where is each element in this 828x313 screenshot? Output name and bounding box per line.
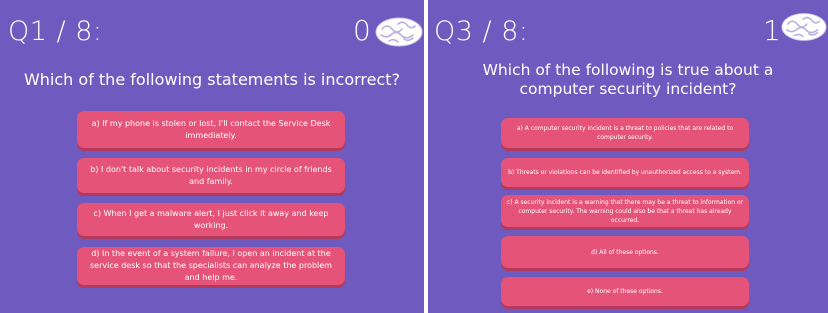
answer-option-label: b) I don't talk about security incidents… [90, 164, 332, 186]
answer-option-d[interactable]: d) In the event of a system failure, I o… [77, 247, 345, 285]
answer-option-d[interactable]: d) All of these options. [501, 236, 749, 268]
answer-option-a[interactable]: a) A computer security incident is a thr… [501, 118, 749, 148]
answer-option-label: a) A computer security incident is a thr… [516, 125, 734, 141]
question-text: Which of the following is true about a c… [482, 61, 774, 98]
answer-option-b[interactable]: b) Threats or violations can be identifi… [501, 158, 749, 187]
answer-option-a[interactable]: a) If my phone is stolen or lost, I'll c… [77, 111, 345, 148]
answer-option-label: e) None of these options. [587, 288, 663, 295]
answer-option-label: a) If my phone is stolen or lost, I'll c… [91, 118, 331, 140]
answer-option-label: d) In the event of a system failure, I o… [90, 249, 332, 282]
answer-option-c[interactable]: c) A security incident is a warning that… [501, 195, 749, 227]
quiz-panel-right: Q3 / 8: 1 Which of the following is true… [428, 0, 828, 313]
brain-icon [375, 17, 423, 47]
question-text: Which of the following statements is inc… [23, 70, 401, 89]
answer-option-label: c) When I get a malware alert, I just cl… [93, 208, 329, 230]
question-counter: Q1 / 8: [8, 16, 103, 47]
answer-option-label: b) Threats or violations can be identifi… [508, 169, 742, 176]
answer-option-label: d) All of these options. [591, 248, 659, 256]
brain-icon [781, 13, 827, 41]
score-value: 0 [353, 14, 371, 47]
answer-option-c[interactable]: c) When I get a malware alert, I just cl… [77, 203, 345, 236]
answer-option-e[interactable]: e) None of these options. [501, 277, 749, 306]
quiz-panel-left: Q1 / 8: 0 Which of the following stateme… [0, 0, 424, 313]
question-counter: Q3 / 8: [434, 16, 529, 47]
score-value: 1 [763, 14, 781, 47]
answer-option-label: c) A security incident is a warning that… [506, 198, 744, 224]
answer-option-b[interactable]: b) I don't talk about security incidents… [77, 158, 345, 193]
